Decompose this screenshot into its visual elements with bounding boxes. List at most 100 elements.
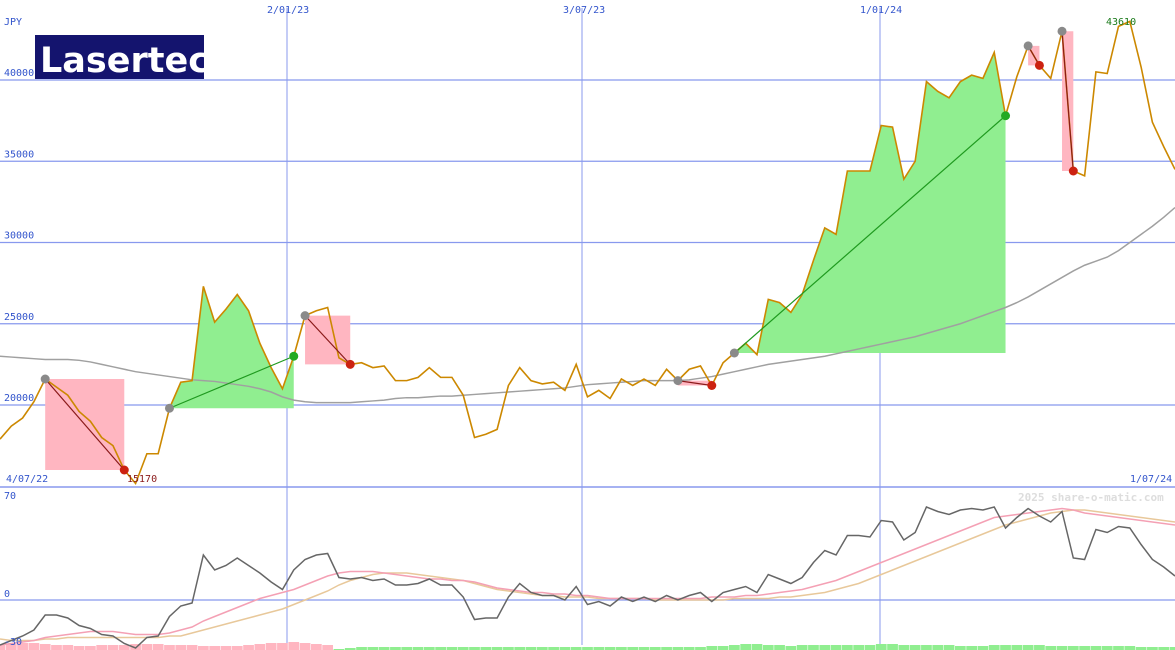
currency-label: JPY bbox=[4, 17, 22, 28]
x-tick-label: 4/07/22 bbox=[6, 474, 48, 485]
entry-marker bbox=[164, 403, 174, 413]
histogram-bar bbox=[164, 645, 175, 650]
indicator-signal1 bbox=[0, 507, 1175, 646]
histogram-bar bbox=[277, 643, 288, 650]
histogram-bar bbox=[152, 644, 164, 650]
entry-marker bbox=[1023, 41, 1033, 51]
histogram-bar bbox=[808, 645, 819, 650]
histogram-bar bbox=[785, 646, 797, 650]
logo: Lasertec bbox=[35, 35, 209, 81]
y-tick-label: 20000 bbox=[4, 393, 34, 404]
chart-title: Lasertec bbox=[40, 41, 209, 81]
exit-marker bbox=[289, 351, 299, 361]
entry-marker bbox=[1057, 26, 1067, 36]
gain-region bbox=[734, 52, 1006, 355]
histogram-bar bbox=[706, 646, 718, 650]
x-tick-label: 2/01/23 bbox=[267, 5, 309, 16]
histogram-bar bbox=[1045, 646, 1057, 650]
histogram-bar bbox=[265, 643, 277, 650]
histogram-bar bbox=[254, 644, 266, 650]
histogram-bar bbox=[1000, 645, 1011, 650]
watermark: 2025 share-o-matic.com bbox=[1018, 491, 1164, 504]
histogram-bar bbox=[310, 644, 322, 650]
histogram-bar bbox=[774, 645, 785, 650]
stock-chart: 20000 25000 30000 35000 40000 4/07/22 2/01/23 3… bbox=[0, 5, 1175, 650]
histogram-bar bbox=[62, 645, 74, 650]
gain-region bbox=[169, 286, 294, 409]
histogram-bar bbox=[977, 646, 989, 650]
histogram-bar bbox=[28, 643, 40, 650]
histogram-bar bbox=[830, 645, 842, 650]
histogram-bar bbox=[231, 646, 243, 650]
histogram-bar bbox=[322, 645, 334, 650]
histogram-bar bbox=[762, 645, 774, 650]
exit-marker bbox=[345, 359, 355, 369]
histogram-bar bbox=[1034, 645, 1045, 650]
histogram-bar bbox=[751, 644, 763, 650]
trade-fills bbox=[45, 31, 1074, 470]
histogram-bar bbox=[220, 646, 232, 650]
entry-marker bbox=[673, 376, 683, 386]
histogram-bar bbox=[909, 645, 921, 650]
x-tick-label: 1/07/24 bbox=[1130, 474, 1172, 485]
histogram-bar bbox=[299, 643, 311, 650]
histogram-bar bbox=[1101, 646, 1113, 650]
low-annotation: 15170 bbox=[127, 474, 157, 485]
histogram-bar bbox=[875, 644, 887, 650]
histogram-bar bbox=[96, 645, 108, 650]
histogram-bar bbox=[288, 642, 300, 650]
histogram-bar bbox=[1079, 646, 1090, 650]
histogram-bar bbox=[717, 646, 729, 650]
histogram-bar bbox=[1056, 646, 1068, 650]
histogram-bar bbox=[819, 645, 831, 650]
histogram-bar bbox=[1113, 646, 1124, 650]
exit-marker bbox=[1001, 111, 1011, 121]
indicator-tick-label: 0 bbox=[4, 589, 10, 600]
histogram-bar bbox=[186, 645, 198, 650]
histogram-bar bbox=[197, 646, 209, 650]
entry-marker bbox=[40, 374, 50, 384]
histogram-bar bbox=[966, 646, 978, 650]
histogram-bar bbox=[841, 645, 853, 650]
histogram-bar bbox=[853, 645, 865, 650]
y-tick-label: 30000 bbox=[4, 231, 34, 242]
histogram-bar bbox=[175, 645, 187, 650]
histogram-bar bbox=[887, 644, 898, 650]
histogram-bar bbox=[243, 645, 254, 650]
exit-marker bbox=[1034, 60, 1044, 70]
indicator-panel bbox=[0, 506, 1175, 650]
histogram-bar bbox=[796, 645, 808, 650]
high-annotation: 43610 bbox=[1106, 17, 1136, 28]
histogram-bar bbox=[39, 644, 51, 650]
histogram-bar bbox=[85, 646, 96, 650]
histogram-bar bbox=[1011, 645, 1023, 650]
exit-marker bbox=[707, 381, 717, 390]
histogram-bar bbox=[729, 645, 740, 650]
x-tick-label: 3/07/23 bbox=[563, 5, 605, 16]
histogram-bar bbox=[107, 645, 119, 650]
histogram-bar bbox=[932, 645, 944, 650]
histogram-bar bbox=[1124, 646, 1136, 650]
histogram-bar bbox=[209, 646, 221, 650]
histogram-bar bbox=[1067, 646, 1079, 650]
histogram-bar bbox=[740, 644, 752, 650]
x-tick-label: 1/01/24 bbox=[860, 5, 902, 16]
entry-marker bbox=[729, 348, 739, 358]
histogram-bar bbox=[954, 646, 966, 650]
histogram-bar bbox=[898, 645, 910, 650]
histogram-bar bbox=[51, 645, 62, 650]
indicator-signal2 bbox=[0, 509, 1175, 642]
histogram-bar bbox=[73, 646, 85, 650]
y-tick-label: 35000 bbox=[4, 149, 34, 160]
histogram-bar bbox=[943, 645, 955, 650]
histogram-bar bbox=[921, 645, 932, 650]
histogram-bar bbox=[1090, 646, 1102, 650]
y-tick-label: 40000 bbox=[4, 68, 34, 79]
histogram-bar bbox=[988, 645, 1000, 650]
entry-marker bbox=[300, 311, 310, 321]
exit-marker bbox=[1068, 166, 1078, 176]
indicator-tick-label: 70 bbox=[4, 491, 16, 502]
histogram-bar bbox=[141, 644, 153, 650]
histogram-bar bbox=[1022, 645, 1034, 650]
indicator-tick-label: -30 bbox=[4, 637, 22, 648]
